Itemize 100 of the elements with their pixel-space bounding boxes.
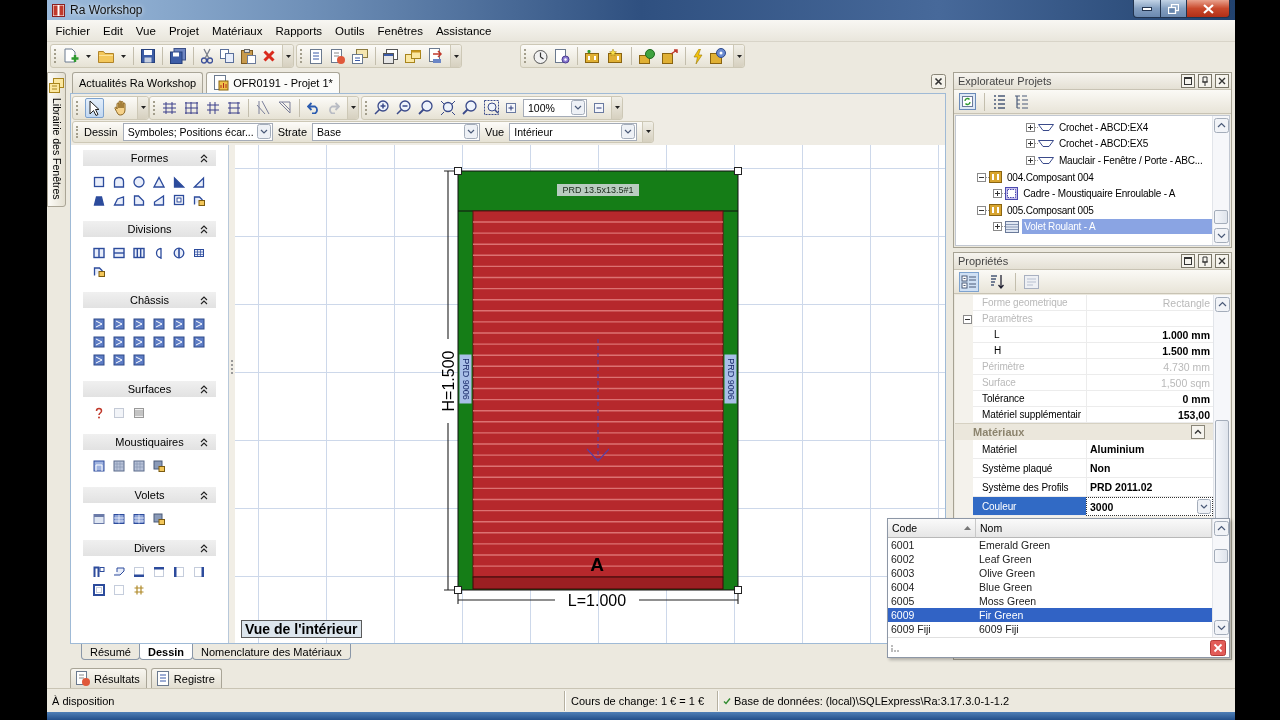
restore-icon[interactable]	[1168, 3, 1179, 14]
mesh-tile-icon[interactable]	[113, 460, 125, 472]
double-chevron-up-icon[interactable]	[200, 225, 208, 234]
sheet-tab[interactable]: Dessin	[138, 644, 194, 660]
plus-box-icon[interactable]	[993, 222, 1003, 232]
zoom-extents-icon[interactable]	[440, 100, 455, 115]
palette-header[interactable]: Divers	[83, 540, 216, 556]
table-cell[interactable]: Leaf Green	[976, 552, 1212, 566]
categorized-view-button[interactable]	[959, 271, 979, 292]
arch-icon[interactable]	[113, 176, 125, 188]
scrollbar[interactable]	[1212, 519, 1229, 637]
grid-lines-icon[interactable]	[162, 100, 177, 115]
table-cell[interactable]: Fir Green	[976, 608, 1212, 622]
palette-header[interactable]: Divisions	[83, 221, 216, 237]
menu-item[interactable]: Assistance	[429, 22, 498, 39]
plus-box-icon[interactable]	[1025, 139, 1035, 149]
double-chevron-up-icon[interactable]	[200, 154, 208, 163]
framed-square-icon[interactable]	[173, 194, 185, 206]
folder-icon[interactable]	[98, 49, 114, 63]
scroll-up-icon[interactable]	[1214, 297, 1230, 312]
window-stack-icon[interactable]	[383, 48, 398, 64]
magnifier-icon[interactable]	[418, 100, 433, 115]
palette-header[interactable]: Formes	[83, 150, 216, 166]
cross-icon[interactable]	[263, 50, 275, 62]
scroll-up-icon[interactable]	[1213, 521, 1229, 536]
left-rail-icon[interactable]	[173, 566, 185, 578]
box-circle-icon[interactable]	[710, 48, 726, 64]
table-cell[interactable]: 6001	[888, 538, 976, 552]
plus-box-icon[interactable]	[993, 189, 1003, 199]
sash-tile-icon[interactable]	[173, 336, 185, 348]
double-chevron-up-icon[interactable]	[200, 438, 208, 447]
sheet-tab[interactable]: Résumé	[81, 644, 140, 660]
table-cell[interactable]: 6003	[888, 566, 976, 580]
right-rail-icon[interactable]	[193, 566, 205, 578]
chevron-down-icon[interactable]	[256, 124, 271, 139]
table-cell[interactable]: 6004	[888, 580, 976, 594]
diagonal-lines-icon[interactable]	[277, 100, 292, 115]
table-cell[interactable]: Moss Green	[976, 594, 1212, 608]
double-chevron-up-icon[interactable]	[200, 296, 208, 305]
scrollbar-thumb[interactable]	[1214, 210, 1228, 224]
diagonal-lines-icon[interactable]	[256, 100, 270, 115]
palette-header[interactable]: Volets	[83, 487, 216, 503]
panel-icon[interactable]	[133, 513, 145, 525]
sash-tile-icon[interactable]	[133, 318, 145, 330]
sash-tile-icon[interactable]	[113, 336, 125, 348]
lightning-icon[interactable]	[693, 48, 703, 64]
mesh-panel-icon[interactable]	[93, 460, 105, 472]
property-name[interactable]: Système des Profils	[973, 478, 1086, 497]
sash-tile-icon[interactable]	[153, 318, 165, 330]
table-cell[interactable]: Olive Green	[976, 566, 1212, 580]
property-name[interactable]: Couleur	[973, 497, 1086, 516]
property-name[interactable]: Tolérance	[973, 391, 1086, 407]
tree-item[interactable]: 005.Composant 005	[1005, 202, 1096, 218]
property-name[interactable]: Matériel	[973, 440, 1086, 459]
dropdown-field[interactable]: 3000	[1086, 497, 1213, 516]
new-document-icon[interactable]	[63, 48, 79, 64]
chevron-down-icon[interactable]	[621, 124, 636, 139]
padlock-shape-icon[interactable]	[193, 194, 205, 206]
circle-icon[interactable]	[133, 176, 145, 188]
menu-item[interactable]: Edit	[96, 22, 130, 39]
windows-icon[interactable]	[405, 48, 421, 64]
sash-tile-icon[interactable]	[193, 318, 205, 330]
close-icon[interactable]	[1215, 74, 1229, 88]
document-tab[interactable]: OFR0191 - Projet 1*	[206, 72, 340, 93]
pin-icon[interactable]	[1198, 254, 1212, 268]
mesh-tile-icon[interactable]	[133, 460, 145, 472]
sash-tile-icon[interactable]	[193, 336, 205, 348]
caret-icon[interactable]	[121, 54, 126, 58]
three-column-icon[interactable]	[133, 247, 145, 259]
document-circle-icon[interactable]	[555, 48, 570, 64]
horizontal-split-icon[interactable]	[113, 247, 125, 259]
toolbar-overflow-button[interactable]	[642, 121, 654, 142]
pointer-tool-button[interactable]	[85, 97, 104, 118]
document-tab[interactable]: Actualités Ra Workshop	[72, 72, 204, 93]
clipboard-icon[interactable]	[241, 48, 256, 64]
minimize-icon[interactable]	[1142, 6, 1152, 11]
zoom-out-icon[interactable]	[396, 100, 411, 115]
close-button[interactable]	[1187, 0, 1230, 18]
grid-lines-icon[interactable]	[184, 100, 199, 115]
close-icon[interactable]	[1210, 639, 1226, 656]
padlock-tile-icon[interactable]	[153, 513, 165, 525]
property-name[interactable]: Système plaqué	[973, 459, 1086, 478]
quadrilateral-icon[interactable]	[113, 194, 125, 206]
panel-tab[interactable]: Registre	[150, 668, 222, 688]
minus-icon[interactable]	[594, 102, 604, 113]
caret-icon[interactable]	[86, 54, 91, 58]
tree-item[interactable]: Mauclair - Fenêtre / Porte - ABC...	[1056, 153, 1205, 168]
property-name[interactable]: Matériel supplémentair	[973, 407, 1086, 423]
document-badge-icon[interactable]	[330, 48, 345, 64]
bracket-icon[interactable]	[93, 566, 105, 578]
grid-lines-icon[interactable]	[227, 100, 241, 115]
toolbar-overflow-button[interactable]	[347, 96, 358, 119]
trapezoid-icon[interactable]	[93, 194, 105, 206]
minus-box-icon[interactable]	[977, 172, 986, 182]
toolbar-overflow-button[interactable]	[282, 45, 293, 67]
pentagon-icon[interactable]	[133, 194, 145, 206]
menu-item[interactable]: Vue	[129, 22, 163, 39]
table-cell[interactable]: Blue Green	[976, 580, 1212, 594]
plus-box-icon[interactable]	[1025, 122, 1035, 132]
menu-item[interactable]: Rapports	[268, 22, 329, 39]
